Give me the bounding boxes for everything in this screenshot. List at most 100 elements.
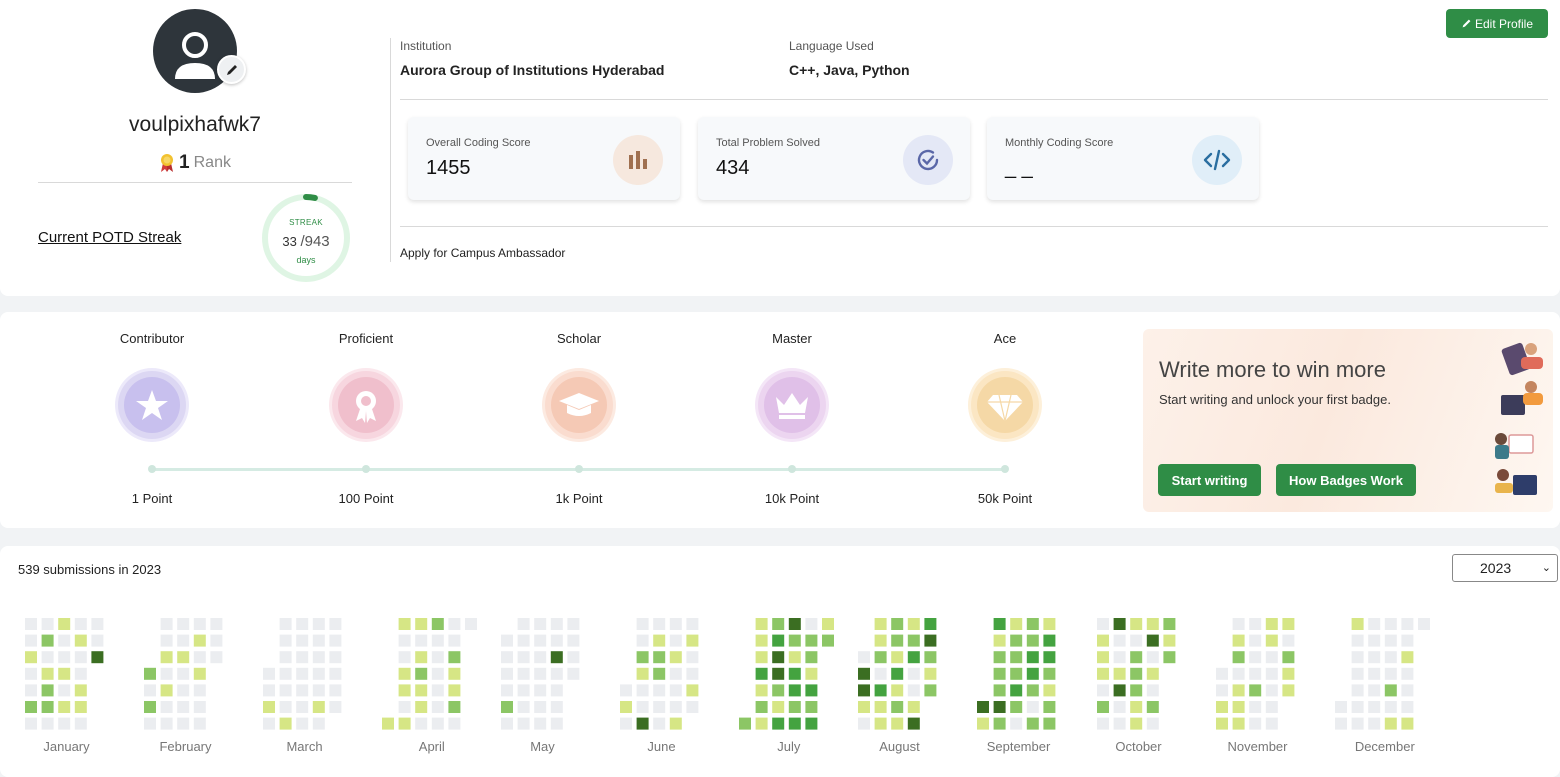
- heatmap-day-cell[interactable]: [1010, 701, 1023, 713]
- heatmap-day-cell[interactable]: [686, 651, 699, 664]
- heatmap-day-cell[interactable]: [279, 667, 292, 680]
- heatmap-day-cell[interactable]: [448, 701, 461, 713]
- heatmap-day-cell[interactable]: [653, 618, 666, 630]
- heatmap-day-cell[interactable]: [448, 651, 461, 664]
- heatmap-day-cell[interactable]: [25, 701, 37, 713]
- heatmap-day-cell[interactable]: [1010, 684, 1023, 697]
- heatmap-day-cell[interactable]: [431, 684, 444, 697]
- heatmap-day-cell[interactable]: [58, 684, 71, 697]
- heatmap-day-cell[interactable]: [296, 701, 309, 713]
- heatmap-day-cell[interactable]: [415, 684, 428, 697]
- heatmap-day-cell[interactable]: [874, 651, 887, 664]
- heatmap-day-cell[interactable]: [193, 618, 206, 630]
- heatmap-day-cell[interactable]: [1351, 667, 1364, 680]
- start-writing-button[interactable]: Start writing: [1158, 464, 1261, 496]
- heatmap-day-cell[interactable]: [177, 684, 190, 697]
- heatmap-day-cell[interactable]: [501, 717, 513, 730]
- heatmap-day-cell[interactable]: [1282, 684, 1295, 697]
- heatmap-day-cell[interactable]: [210, 618, 223, 630]
- heatmap-day-cell[interactable]: [312, 618, 325, 630]
- heatmap-day-cell[interactable]: [58, 651, 71, 664]
- heatmap-day-cell[interactable]: [805, 651, 818, 664]
- heatmap-day-cell[interactable]: [924, 684, 937, 697]
- heatmap-day-cell[interactable]: [788, 701, 801, 713]
- heatmap-day-cell[interactable]: [177, 717, 190, 730]
- heatmap-day-cell[interactable]: [415, 618, 428, 630]
- heatmap-day-cell[interactable]: [891, 717, 904, 730]
- heatmap-day-cell[interactable]: [1401, 667, 1414, 680]
- heatmap-day-cell[interactable]: [1368, 618, 1381, 630]
- heatmap-day-cell[interactable]: [41, 717, 54, 730]
- heatmap-day-cell[interactable]: [296, 651, 309, 664]
- heatmap-day-cell[interactable]: [58, 717, 71, 730]
- heatmap-day-cell[interactable]: [312, 717, 325, 730]
- heatmap-day-cell[interactable]: [858, 651, 870, 664]
- heatmap-day-cell[interactable]: [312, 634, 325, 647]
- heatmap-day-cell[interactable]: [1249, 701, 1262, 713]
- heatmap-day-cell[interactable]: [755, 667, 768, 680]
- heatmap-day-cell[interactable]: [788, 717, 801, 730]
- heatmap-day-cell[interactable]: [1368, 634, 1381, 647]
- heatmap-day-cell[interactable]: [74, 667, 87, 680]
- heatmap-day-cell[interactable]: [924, 651, 937, 664]
- heatmap-day-cell[interactable]: [263, 717, 275, 730]
- heatmap-day-cell[interactable]: [415, 651, 428, 664]
- heatmap-day-cell[interactable]: [669, 701, 682, 713]
- heatmap-day-cell[interactable]: [193, 634, 206, 647]
- heatmap-day-cell[interactable]: [874, 701, 887, 713]
- heatmap-day-cell[interactable]: [993, 634, 1006, 647]
- heatmap-day-cell[interactable]: [144, 684, 156, 697]
- heatmap-day-cell[interactable]: [1146, 717, 1159, 730]
- campus-ambassador-link[interactable]: Apply for Campus Ambassador: [400, 246, 565, 260]
- heatmap-day-cell[interactable]: [1130, 667, 1143, 680]
- heatmap-day-cell[interactable]: [1130, 651, 1143, 664]
- heatmap-day-cell[interactable]: [636, 618, 649, 630]
- heatmap-day-cell[interactable]: [279, 634, 292, 647]
- heatmap-day-cell[interactable]: [1010, 618, 1023, 630]
- heatmap-day-cell[interactable]: [1216, 667, 1228, 680]
- heatmap-day-cell[interactable]: [1216, 684, 1228, 697]
- heatmap-day-cell[interactable]: [805, 717, 818, 730]
- heatmap-day-cell[interactable]: [1249, 634, 1262, 647]
- heatmap-day-cell[interactable]: [1232, 667, 1245, 680]
- heatmap-day-cell[interactable]: [74, 618, 87, 630]
- heatmap-day-cell[interactable]: [788, 651, 801, 664]
- heatmap-day-cell[interactable]: [686, 667, 699, 680]
- heatmap-day-cell[interactable]: [41, 618, 54, 630]
- heatmap-day-cell[interactable]: [1265, 667, 1278, 680]
- heatmap-day-cell[interactable]: [636, 634, 649, 647]
- heatmap-day-cell[interactable]: [398, 701, 411, 713]
- heatmap-day-cell[interactable]: [1232, 684, 1245, 697]
- heatmap-day-cell[interactable]: [398, 651, 411, 664]
- heatmap-day-cell[interactable]: [517, 684, 530, 697]
- heatmap-day-cell[interactable]: [993, 618, 1006, 630]
- heatmap-day-cell[interactable]: [1146, 618, 1159, 630]
- heatmap-day-cell[interactable]: [1113, 684, 1126, 697]
- heatmap-day-cell[interactable]: [1249, 717, 1262, 730]
- heatmap-day-cell[interactable]: [210, 634, 223, 647]
- heatmap-day-cell[interactable]: [805, 667, 818, 680]
- heatmap-day-cell[interactable]: [74, 634, 87, 647]
- heatmap-day-cell[interactable]: [1265, 618, 1278, 630]
- heatmap-day-cell[interactable]: [550, 634, 563, 647]
- heatmap-day-cell[interactable]: [1130, 684, 1143, 697]
- heatmap-day-cell[interactable]: [263, 667, 275, 680]
- heatmap-day-cell[interactable]: [1232, 701, 1245, 713]
- heatmap-day-cell[interactable]: [501, 684, 513, 697]
- heatmap-day-cell[interactable]: [177, 701, 190, 713]
- heatmap-day-cell[interactable]: [636, 684, 649, 697]
- heatmap-day-cell[interactable]: [144, 717, 156, 730]
- heatmap-day-cell[interactable]: [177, 667, 190, 680]
- heatmap-day-cell[interactable]: [25, 651, 37, 664]
- heatmap-day-cell[interactable]: [653, 634, 666, 647]
- heatmap-day-cell[interactable]: [58, 634, 71, 647]
- heatmap-day-cell[interactable]: [907, 651, 920, 664]
- heatmap-day-cell[interactable]: [1010, 717, 1023, 730]
- heatmap-day-cell[interactable]: [907, 684, 920, 697]
- heatmap-day-cell[interactable]: [25, 667, 37, 680]
- heatmap-day-cell[interactable]: [636, 701, 649, 713]
- heatmap-day-cell[interactable]: [755, 634, 768, 647]
- heatmap-day-cell[interactable]: [1043, 684, 1056, 697]
- heatmap-day-cell[interactable]: [329, 651, 342, 664]
- heatmap-day-cell[interactable]: [1384, 684, 1397, 697]
